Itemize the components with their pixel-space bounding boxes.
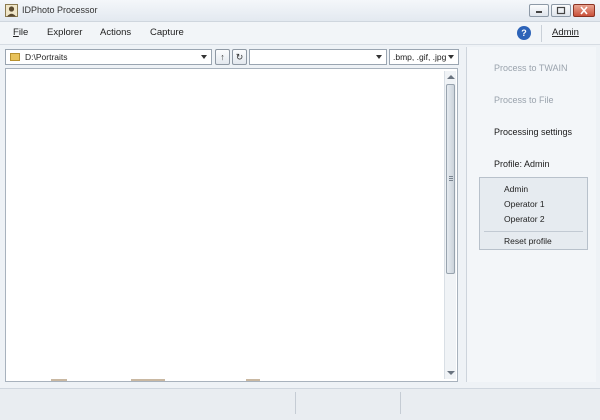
maximize-icon	[556, 6, 566, 15]
chevron-down-icon	[376, 55, 382, 59]
vertical-scrollbar[interactable]	[444, 71, 456, 379]
profile-item-operator-2[interactable]: Operator 2	[504, 214, 545, 224]
chevron-down-icon	[201, 55, 207, 59]
thumbnail-edge[interactable]	[246, 379, 260, 381]
grip-line	[449, 180, 453, 181]
close-button[interactable]	[573, 4, 595, 17]
path-value: D:\Portraits	[25, 52, 68, 62]
processing-settings-link[interactable]: Processing settings	[494, 127, 572, 137]
thumbnail-edge[interactable]	[131, 379, 165, 381]
folder-icon	[10, 53, 20, 61]
profile-menu: Admin Operator 1 Operator 2 Reset profil…	[479, 177, 588, 250]
close-icon	[580, 6, 588, 15]
profile-item-admin[interactable]: Admin	[504, 184, 528, 194]
refresh-icon: ↻	[235, 52, 244, 62]
help-icon[interactable]: ?	[517, 26, 531, 40]
window-title: IDPhoto Processor	[22, 5, 98, 15]
scroll-down-icon[interactable]	[447, 371, 455, 375]
actions-side-panel: Process to TWAIN Process to File Process…	[466, 47, 596, 382]
profile-item-operator-1[interactable]: Operator 1	[504, 199, 545, 209]
maximize-button[interactable]	[551, 4, 571, 17]
status-bar	[0, 388, 600, 420]
search-combobox[interactable]	[249, 49, 387, 65]
path-combobox[interactable]: D:\Portraits	[5, 49, 212, 65]
reset-profile-link[interactable]: Reset profile	[504, 236, 552, 246]
minimize-icon	[536, 11, 542, 13]
arrow-up-icon: ↑	[220, 52, 225, 62]
minimize-button[interactable]	[529, 4, 549, 17]
chevron-down-icon	[448, 55, 454, 59]
status-divider	[400, 392, 401, 414]
thumbnail-edge[interactable]	[51, 379, 67, 381]
file-browser-area[interactable]	[5, 68, 458, 382]
file-filter-combobox[interactable]: .bmp, .gif, .jpg	[389, 49, 459, 65]
scrollbar-thumb[interactable]	[446, 84, 455, 274]
scroll-up-icon[interactable]	[447, 75, 455, 79]
menu-divider	[541, 25, 542, 42]
status-divider	[295, 392, 296, 414]
refresh-button[interactable]: ↻	[232, 49, 247, 65]
menu-explorer[interactable]: Explorer	[47, 27, 82, 38]
process-to-twain-link[interactable]: Process to TWAIN	[494, 63, 568, 73]
grip-line	[449, 178, 453, 179]
menu-capture[interactable]: Capture	[150, 27, 184, 38]
grip-line	[449, 176, 453, 177]
process-to-file-link[interactable]: Process to File	[494, 95, 554, 105]
folder-up-button[interactable]: ↑	[215, 49, 230, 65]
title-bar: IDPhoto Processor	[0, 0, 600, 22]
person-photo-icon	[5, 4, 18, 17]
profile-label: Profile: Admin	[494, 159, 550, 169]
menu-file[interactable]: File	[13, 27, 28, 38]
file-filter-value: .bmp, .gif, .jpg	[393, 52, 447, 62]
profile-divider	[484, 231, 583, 232]
menu-actions[interactable]: Actions	[100, 27, 131, 38]
menu-bar: File Explorer Actions Capture ? Admin	[0, 22, 600, 45]
user-admin-link[interactable]: Admin	[552, 27, 579, 38]
